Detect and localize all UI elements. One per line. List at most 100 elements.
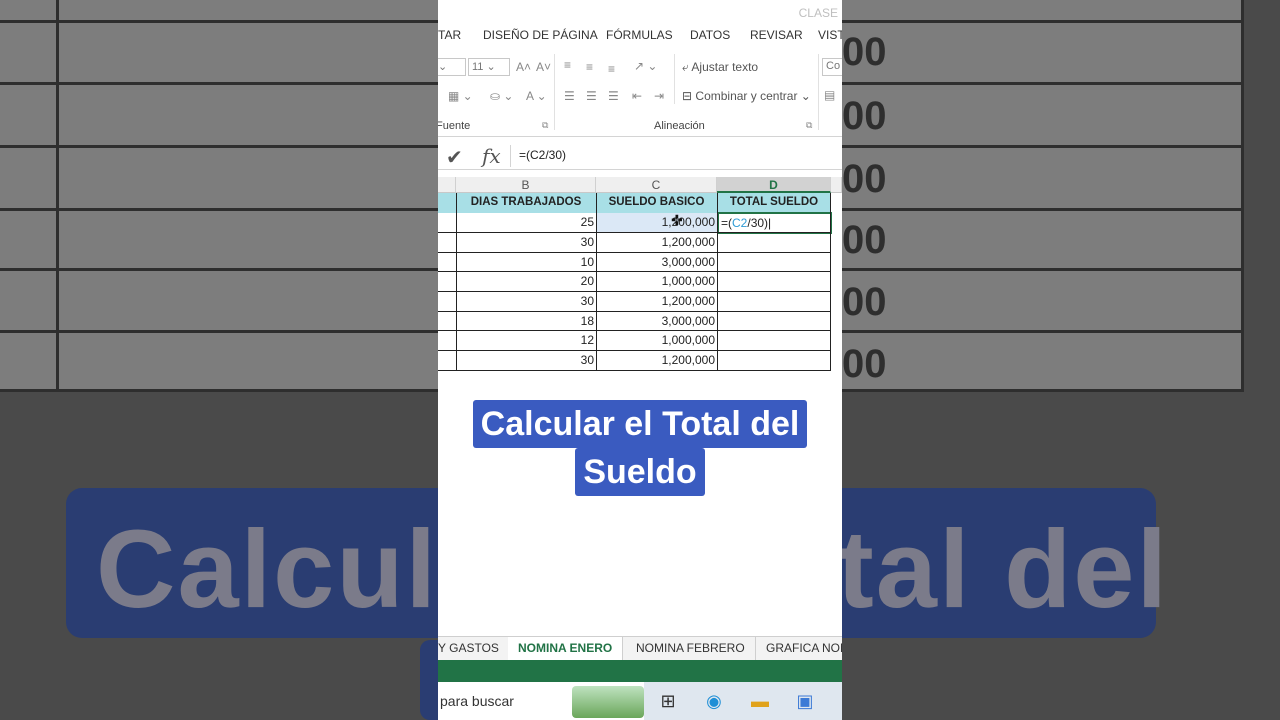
- align-bottom-icon[interactable]: ≡: [608, 62, 615, 76]
- table-border: [438, 291, 831, 292]
- header-dias-trabajados[interactable]: DIAS TRABAJADOS: [456, 193, 596, 213]
- formula-reference: C2: [732, 216, 748, 230]
- tab-insertar[interactable]: TAR: [438, 28, 461, 42]
- bg-number: 00: [842, 280, 887, 324]
- wrap-text-icon: ⤶: [682, 60, 689, 74]
- cell-dias[interactable]: 30: [456, 233, 596, 253]
- increase-font-icon[interactable]: A˄: [516, 60, 531, 74]
- tab-revisar[interactable]: REVISAR: [750, 28, 803, 42]
- fill-color-icon[interactable]: ⛀ ⌄: [490, 89, 513, 103]
- tab-vista[interactable]: VISTA: [818, 28, 842, 42]
- column-header-b[interactable]: B: [456, 177, 596, 193]
- excel-window: CLASE TAR DISEÑO DE PÁGINA FÓRMULAS DATO…: [438, 0, 842, 720]
- bg-number: 00: [842, 94, 887, 138]
- table-border: [438, 252, 831, 253]
- table-border: [438, 370, 831, 371]
- align-top-icon[interactable]: ≡: [564, 58, 571, 72]
- align-center-icon[interactable]: ☰: [586, 89, 597, 103]
- font-size-combo[interactable]: 11 ⌄: [468, 58, 510, 76]
- cell-sueldo[interactable]: 1,200,000: [596, 292, 717, 312]
- enter-check-icon[interactable]: ✔: [446, 145, 463, 170]
- tab-diseno-pagina[interactable]: DISEÑO DE PÁGINA: [483, 28, 598, 42]
- formula-input[interactable]: =(C2/30): [510, 145, 842, 167]
- cell-dias[interactable]: 12: [456, 331, 596, 351]
- cell-sueldo[interactable]: 3,000,000: [596, 312, 717, 332]
- cell-sueldo[interactable]: 1,000,000: [596, 331, 717, 351]
- tab-datos[interactable]: DATOS: [690, 28, 730, 42]
- cell-sueldo[interactable]: 1,200,000: [596, 351, 717, 371]
- column-header-d[interactable]: D: [717, 177, 831, 193]
- insert-function-icon[interactable]: fx: [482, 144, 501, 168]
- wrap-text-label: Ajustar texto: [691, 60, 759, 74]
- number-format-combo[interactable]: Co: [822, 58, 842, 76]
- bg-gridline: [1241, 0, 1244, 392]
- formula-prefix: =(: [721, 216, 733, 230]
- sheet-tab-grafica-nomina[interactable]: GRAFICA NOM: [756, 637, 842, 660]
- caption-line-1: Calcular el Total del: [472, 400, 808, 448]
- cell-total-editing[interactable]: =(C2/30)|: [717, 212, 832, 234]
- merge-center-button[interactable]: ⊟ Combinar y centrar ⌄: [682, 89, 811, 103]
- font-color-icon[interactable]: A ⌄: [526, 89, 547, 103]
- table-border: [596, 193, 597, 371]
- cell-dias[interactable]: 30: [456, 292, 596, 312]
- header-sueldo-basico[interactable]: SUELDO BASICO: [596, 193, 717, 213]
- bg-number: 00: [842, 30, 887, 74]
- status-bar: [438, 660, 842, 682]
- borders-icon[interactable]: ▦ ⌄: [448, 89, 473, 103]
- font-size-value: 11: [472, 61, 484, 73]
- group-alignment-label: Alineación: [654, 120, 705, 132]
- ribbon-tabs: TAR DISEÑO DE PÁGINA FÓRMULAS DATOS REVI…: [438, 24, 842, 46]
- table-border: [438, 311, 831, 312]
- table-border: [830, 193, 831, 371]
- task-view-icon[interactable]: ⊞: [656, 690, 680, 712]
- bg-gridline: [56, 0, 59, 392]
- cell-sueldo[interactable]: 1,200,000: [596, 233, 717, 253]
- file-explorer-icon[interactable]: ▬: [748, 690, 772, 712]
- column-header-a[interactable]: [438, 177, 456, 193]
- alignment-dialog-launcher-icon[interactable]: ⧉: [806, 120, 812, 131]
- windows-taskbar: para buscar ⊞ ◉ ▬ ▣: [438, 682, 842, 720]
- decrease-font-icon[interactable]: A˅: [536, 60, 551, 74]
- header-cell-a[interactable]: [438, 193, 456, 213]
- table-border: [438, 330, 831, 331]
- cell-sueldo[interactable]: 3,000,000: [596, 253, 717, 273]
- font-dialog-launcher-icon[interactable]: ⧉: [542, 120, 548, 131]
- align-right-icon[interactable]: ☰: [608, 89, 619, 103]
- table-border: [717, 193, 718, 371]
- cell-sueldo[interactable]: 1,000,000: [596, 272, 717, 292]
- table-border: [438, 232, 831, 233]
- cell-dias[interactable]: 25: [456, 213, 596, 233]
- store-icon[interactable]: ▣: [793, 690, 817, 712]
- increase-indent-icon[interactable]: ⇥: [654, 89, 664, 103]
- orientation-icon[interactable]: ↗ ⌄: [634, 59, 657, 73]
- caption-line-2: Sueldo: [575, 448, 705, 496]
- cross-cursor-icon: ✜: [671, 212, 683, 228]
- cell-dias[interactable]: 18: [456, 312, 596, 332]
- cell-dias[interactable]: 10: [456, 253, 596, 273]
- sheet-tab-nomina-enero[interactable]: NOMINA ENERO: [508, 637, 624, 662]
- decrease-indent-icon[interactable]: ⇤: [632, 89, 642, 103]
- column-header-e[interactable]: [831, 177, 842, 193]
- cell-sueldo-c2[interactable]: 1,200,000: [596, 213, 717, 233]
- tab-formulas[interactable]: FÓRMULAS: [606, 28, 673, 42]
- column-header-c[interactable]: C: [596, 177, 717, 193]
- ribbon: ⌄ 11 ⌄ A˄ A˅ ▦ ⌄ ⛀ ⌄ A ⌄ Fuente ⧉ ≡ ≡ ≡ …: [438, 48, 842, 137]
- cell-dias[interactable]: 20: [456, 272, 596, 292]
- edge-browser-icon[interactable]: ◉: [702, 690, 726, 712]
- sheet-tab-nomina-febrero[interactable]: NOMINA FEBRERO: [626, 637, 756, 660]
- align-middle-icon[interactable]: ≡: [586, 60, 593, 74]
- wrap-text-button[interactable]: ⤶ Ajustar texto: [682, 60, 758, 75]
- font-name-combo[interactable]: ⌄: [438, 58, 466, 76]
- merge-center-label: Combinar y centrar: [695, 89, 798, 103]
- search-highlight-image: [572, 686, 644, 718]
- sheet-tab-gastos[interactable]: Y GASTOS: [438, 637, 510, 660]
- merge-icon: ⊟: [682, 89, 693, 103]
- conditional-format-icon[interactable]: ▤: [824, 88, 835, 102]
- align-left-icon[interactable]: ☰: [564, 89, 575, 103]
- group-separator: [818, 54, 819, 130]
- bg-number: 00: [842, 342, 887, 386]
- bg-number: 00: [842, 218, 887, 262]
- group-font-label: Fuente: [438, 120, 471, 132]
- cell-dias[interactable]: 30: [456, 351, 596, 371]
- header-total-sueldo[interactable]: TOTAL SUELDO: [717, 193, 831, 213]
